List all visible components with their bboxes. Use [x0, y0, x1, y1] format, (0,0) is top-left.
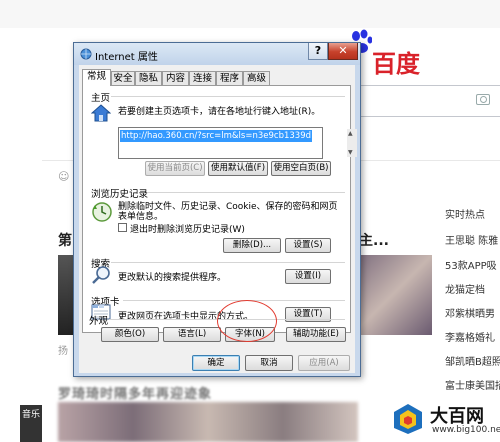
ie-globe-icon [80, 48, 92, 60]
tab-advanced[interactable]: 高级 [243, 71, 270, 85]
watermark-logo-icon [394, 404, 422, 434]
internet-properties-dialog: Internet 属性 ? ✕ 常规 安全 隐私 内容 连接 程序 高级 主页 … [73, 42, 361, 377]
tab-connections[interactable]: 连接 [189, 71, 216, 85]
tab-privacy[interactable]: 隐私 [135, 71, 162, 85]
tab-security[interactable]: 安全 [111, 71, 135, 85]
music-tab[interactable]: 音乐 [20, 405, 42, 442]
search-description: 更改默认的搜索提供程序。 [118, 273, 227, 283]
scroll-up-icon[interactable]: ▲ [348, 130, 353, 137]
blurred-news-title[interactable]: 罗琦琦时隔多年再迎迹象 [58, 383, 212, 402]
hot-list-title: 实时热点 [445, 210, 485, 221]
history-group-label: 浏览历史记录 [91, 189, 149, 200]
scroll-down-icon[interactable]: ▼ [348, 149, 353, 156]
hot-item[interactable]: 龙猫定档 [445, 281, 485, 296]
group-divider [111, 262, 345, 263]
news-photo-right[interactable] [352, 255, 432, 335]
history-icon [92, 202, 112, 222]
homepage-url-text: http://hao.360.cn/?src=lm&ls=n3e9cb1339d [120, 130, 312, 142]
group-divider [147, 192, 345, 193]
delete-on-exit-label[interactable]: 退出时删除浏览历史记录(W) [130, 222, 245, 235]
browser-top-bar [0, 0, 500, 28]
tab-programs[interactable]: 程序 [216, 71, 243, 85]
magnifier-icon [92, 266, 110, 284]
hot-item[interactable]: 邹凯晒B超照 [445, 353, 500, 368]
ok-button[interactable]: 确定 [192, 355, 240, 371]
use-blank-button[interactable]: 使用空白页(B) [271, 161, 331, 176]
dialog-title: Internet 属性 [95, 52, 158, 63]
watermark-url: www.big100.net [432, 425, 500, 435]
tab-general[interactable]: 常规 [82, 69, 111, 86]
general-tab-pane: 主页 若要创建主页选项卡，请在各地址行键入地址(R)。 http://hao.3… [82, 85, 357, 333]
use-current-button[interactable]: 使用当前页(C) [145, 161, 205, 176]
user-icon: ☺ [58, 170, 70, 183]
homepage-url-input[interactable]: http://hao.360.cn/?src=lm&ls=n3e9cb1339d… [118, 127, 357, 159]
highlight-circle [217, 300, 277, 342]
history-description-2: 表单信息。 [118, 212, 164, 222]
cancel-button[interactable]: 取消 [245, 355, 293, 371]
blurred-news-image[interactable] [58, 402, 358, 442]
appearance-group-label: 外观 [89, 316, 109, 327]
news-caption: 扬 [58, 346, 68, 357]
languages-button[interactable]: 语言(L) [163, 327, 221, 342]
url-scrollbar[interactable]: ▲ ▼ [347, 129, 357, 157]
group-divider [111, 96, 345, 97]
hot-item[interactable]: 邓紫棋晒男 [445, 305, 495, 320]
homepage-description: 若要创建主页选项卡，请在各地址行键入地址(R)。 [118, 107, 321, 117]
apply-button[interactable]: 应用(A) [298, 355, 350, 371]
dialog-titlebar[interactable]: Internet 属性 ? ✕ [74, 43, 360, 65]
news-title-left[interactable]: 第 [58, 230, 72, 250]
hot-item[interactable]: 王思聪 陈雅 [445, 232, 498, 247]
news-photo-left[interactable] [58, 255, 74, 335]
delete-on-exit-checkbox[interactable] [118, 223, 127, 232]
accessibility-button[interactable]: 辅助功能(E) [286, 327, 346, 342]
close-button[interactable]: ✕ [328, 43, 358, 60]
hot-item[interactable]: 李嘉格婚礼 [445, 329, 495, 344]
history-settings-button[interactable]: 设置(S) [285, 238, 331, 253]
homepage-group-label: 主页 [91, 93, 111, 104]
help-button[interactable]: ? [308, 43, 328, 60]
dialog-client: 常规 安全 隐私 内容 连接 程序 高级 主页 若要创建主页选项卡，请在各地址行… [79, 65, 357, 373]
use-default-button[interactable]: 使用默认值(F) [208, 161, 268, 176]
tab-content[interactable]: 内容 [162, 71, 189, 85]
colors-button[interactable]: 颜色(O) [101, 327, 159, 342]
hot-item[interactable]: 富士康美国招 [445, 377, 500, 392]
baidu-logo: 百度 [372, 50, 420, 78]
camera-icon[interactable] [476, 94, 490, 105]
search-settings-button[interactable]: 设置(I) [285, 269, 331, 284]
hot-item[interactable]: 53款APP吸 [445, 257, 497, 272]
delete-history-button[interactable]: 删除(D)... [223, 238, 281, 253]
home-icon [91, 104, 111, 122]
